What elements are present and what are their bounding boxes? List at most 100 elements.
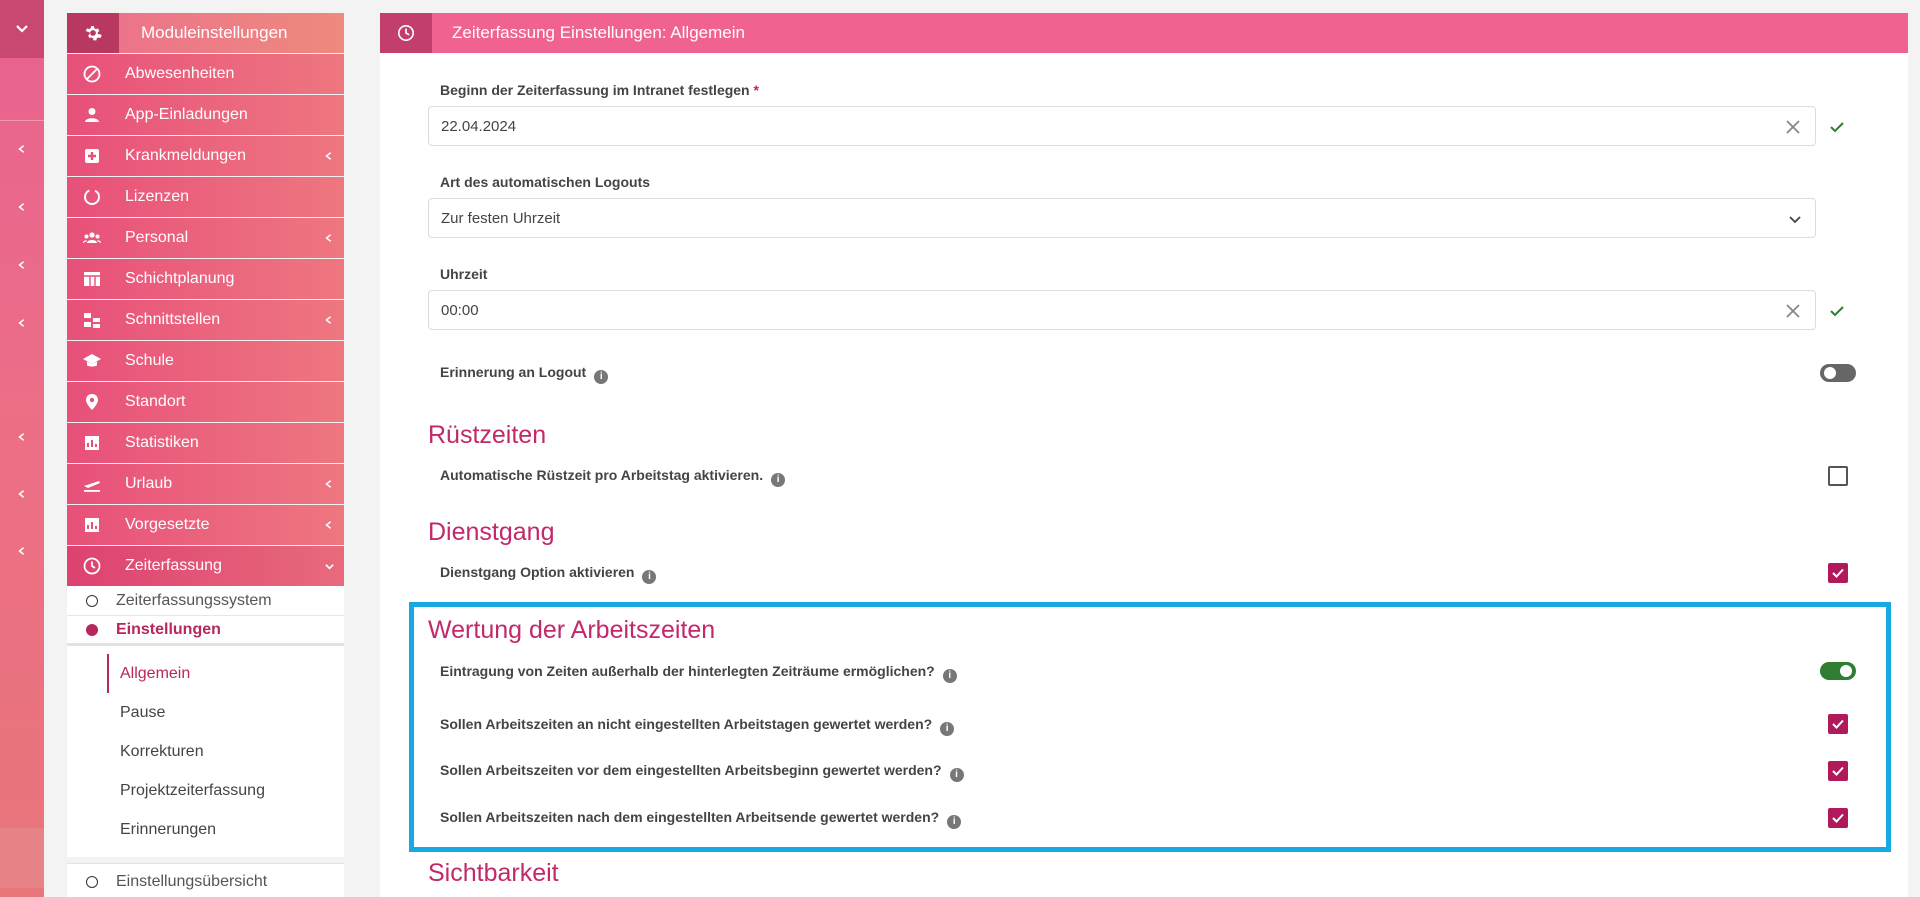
time-input[interactable]: 00:00: [428, 290, 1816, 330]
chevron-down-icon: [16, 25, 28, 33]
start-date-label: Beginn der Zeiterfassung im Intranet fes…: [440, 82, 759, 98]
non-workdays-checkbox[interactable]: [1828, 714, 1848, 734]
chevron-left-icon[interactable]: [16, 143, 28, 155]
stats-icon: [67, 433, 117, 453]
sidebar-item-abwesenheiten[interactable]: Abwesenheiten: [67, 54, 344, 94]
time-label: Uhrzeit: [440, 266, 488, 282]
sidebar-item-label: Statistiken: [125, 434, 199, 451]
rail-collapse-button[interactable]: [0, 0, 44, 58]
auto-ruestzeit-text: Automatische Rüstzeit pro Arbeitstag akt…: [440, 467, 764, 483]
sidebar-item-label: Zeiterfassung: [125, 557, 222, 574]
info-icon[interactable]: i: [949, 767, 964, 782]
sidebar-item-urlaub[interactable]: Urlaub: [67, 464, 344, 504]
main-header: Zeiterfassung Einstellungen: Allgemein: [380, 13, 1908, 53]
radio-dot-icon: [86, 875, 98, 888]
school-icon: [67, 351, 117, 371]
settings-tree-item-allgemein[interactable]: Allgemein: [107, 654, 344, 693]
before-start-text: Sollen Arbeitszeiten vor dem eingestellt…: [440, 762, 942, 778]
info-icon[interactable]: i: [942, 668, 957, 683]
clear-icon[interactable]: [1783, 301, 1803, 321]
sidebar-subitem-einstellungen[interactable]: Einstellungen: [67, 616, 344, 646]
before-start-checkbox[interactable]: [1828, 761, 1848, 781]
table-icon: [67, 269, 117, 289]
sidebar-subitem-zeiterfassungssystem[interactable]: Zeiterfassungssystem: [67, 586, 344, 616]
start-date-input[interactable]: 22.04.2024: [428, 106, 1816, 146]
clock-icon: [380, 13, 432, 53]
logout-reminder-text: Erinnerung an Logout: [440, 364, 587, 380]
sidebar-item-personal[interactable]: Personal: [67, 218, 344, 258]
sidebar-item-label: Schnittstellen: [125, 311, 221, 328]
auto-ruestzeit-checkbox[interactable]: [1828, 466, 1848, 486]
rail-divider: [0, 120, 44, 121]
chevron-left-icon[interactable]: [16, 317, 28, 329]
settings-sidebar: Moduleinstellungen Abwesenheiten App-Einl…: [67, 13, 344, 897]
dienstgang-option-text: Dienstgang Option aktivieren: [440, 564, 635, 580]
medical-icon: [67, 146, 117, 166]
logout-type-select[interactable]: Zur festen Uhrzeit: [428, 198, 1816, 238]
check-icon: [1832, 719, 1844, 729]
chevron-left-icon[interactable]: [16, 431, 28, 443]
sidebar-item-standort[interactable]: Standort: [67, 382, 344, 422]
sidebar-item-vorgesetzte[interactable]: Vorgesetzte: [67, 505, 344, 545]
outside-times-label: Eintragung von Zeiten außerhalb der hint…: [440, 663, 957, 683]
check-icon: [1830, 306, 1844, 317]
check-icon: [1830, 122, 1844, 133]
block-icon: [67, 64, 117, 84]
sidebar-item-label: Urlaub: [125, 475, 173, 492]
info-icon[interactable]: i: [940, 721, 955, 736]
info-icon[interactable]: i: [771, 472, 786, 487]
left-rail: [0, 0, 44, 897]
after-end-checkbox[interactable]: [1828, 808, 1848, 828]
settings-tree-item-projektzeiterfassung[interactable]: Projektzeiterfassung: [107, 771, 344, 810]
sidebar-item-app-einladungen[interactable]: App-Einladungen: [67, 95, 344, 135]
sidebar-item-label: Vorgesetzte: [125, 516, 210, 533]
outside-times-text: Eintragung von Zeiten außerhalb der hint…: [440, 663, 935, 679]
sidebar-item-schnittstellen[interactable]: Schnittstellen: [67, 300, 344, 340]
info-icon[interactable]: i: [642, 569, 657, 584]
info-icon[interactable]: i: [594, 369, 609, 384]
settings-tree-item-erinnerungen[interactable]: Erinnerungen: [107, 810, 344, 849]
time-value: 00:00: [441, 301, 479, 319]
info-icon[interactable]: i: [947, 814, 962, 829]
section-title-wertung: Wertung der Arbeitszeiten: [428, 616, 716, 644]
sidebar-item-einstellungsuebersicht[interactable]: Einstellungsübersicht: [67, 863, 344, 897]
chevron-left-icon: [314, 233, 344, 243]
check-icon: [1832, 813, 1844, 823]
section-title-ruestzeiten: Rüstzeiten: [428, 421, 547, 449]
logout-reminder-toggle[interactable]: [1820, 364, 1856, 382]
radio-dot-icon: [86, 594, 98, 607]
group-icon: [67, 228, 117, 248]
chevron-left-icon[interactable]: [16, 488, 28, 500]
chevron-down-icon: [1789, 216, 1801, 224]
chevron-left-icon: [314, 151, 344, 161]
sidebar-item-label: Abwesenheiten: [125, 65, 235, 82]
sidebar-subitem-label: Zeiterfassungssystem: [116, 591, 272, 609]
sidebar-item-schule[interactable]: Schule: [67, 341, 344, 381]
chevron-left-icon[interactable]: [16, 201, 28, 213]
settings-tree-item-korrekturen[interactable]: Korrekturen: [107, 732, 344, 771]
before-start-label: Sollen Arbeitszeiten vor dem eingestellt…: [440, 762, 964, 782]
clear-icon[interactable]: [1783, 117, 1803, 137]
outside-times-toggle[interactable]: [1820, 662, 1856, 680]
chevron-left-icon[interactable]: [16, 545, 28, 557]
sidebar-item-label: Standort: [125, 393, 186, 410]
sidebar-item-lizenzen[interactable]: Lizenzen: [67, 177, 344, 217]
sidebar-item-schichtplanung[interactable]: Schichtplanung: [67, 259, 344, 299]
chevron-left-icon: [314, 520, 344, 530]
rail-footer: [0, 828, 44, 888]
sidebar-title: Moduleinstellungen: [141, 23, 288, 42]
non-workdays-label: Sollen Arbeitszeiten an nicht eingestell…: [440, 716, 955, 736]
sidebar-item-label: Schule: [125, 352, 174, 369]
non-workdays-text: Sollen Arbeitszeiten an nicht eingestell…: [440, 716, 933, 732]
settings-tree-item-pause[interactable]: Pause: [107, 693, 344, 732]
page-title: Zeiterfassung Einstellungen: Allgemein: [452, 23, 745, 42]
sidebar-item-krankmeldungen[interactable]: Krankmeldungen: [67, 136, 344, 176]
settings-tree: Allgemein Pause Korrekturen Projektzeiterfa…: [67, 646, 344, 857]
dienstgang-option-checkbox[interactable]: [1828, 563, 1848, 583]
sidebar-item-label: Krankmeldungen: [125, 147, 246, 164]
toggle-knob: [1840, 665, 1852, 677]
sidebar-item-statistiken[interactable]: Statistiken: [67, 423, 344, 463]
sidebar-item-zeiterfassung[interactable]: Zeiterfassung: [67, 546, 344, 586]
stats-icon: [67, 515, 117, 535]
chevron-left-icon[interactable]: [16, 259, 28, 271]
